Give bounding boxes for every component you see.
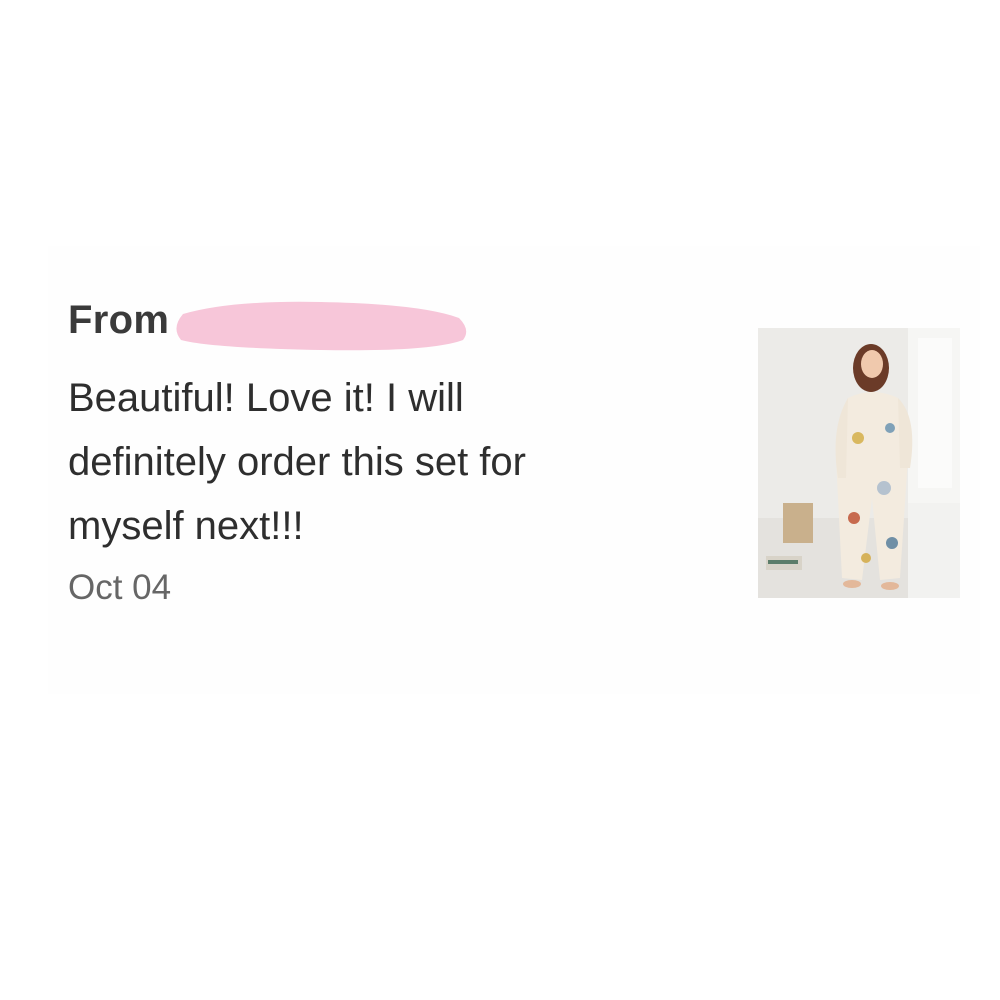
review-body: Beautiful! Love it! I will definitely or… <box>68 376 526 548</box>
review-author-row: From <box>68 290 628 351</box>
product-photo[interactable] <box>758 328 960 598</box>
redacted-author-name <box>176 301 467 351</box>
review-date: Oct 04 <box>68 568 172 607</box>
review-content: From Beautiful! Love it! I will definite… <box>68 290 628 608</box>
from-label: From <box>68 297 170 342</box>
review-card: From Beautiful! Love it! I will definite… <box>48 246 980 694</box>
